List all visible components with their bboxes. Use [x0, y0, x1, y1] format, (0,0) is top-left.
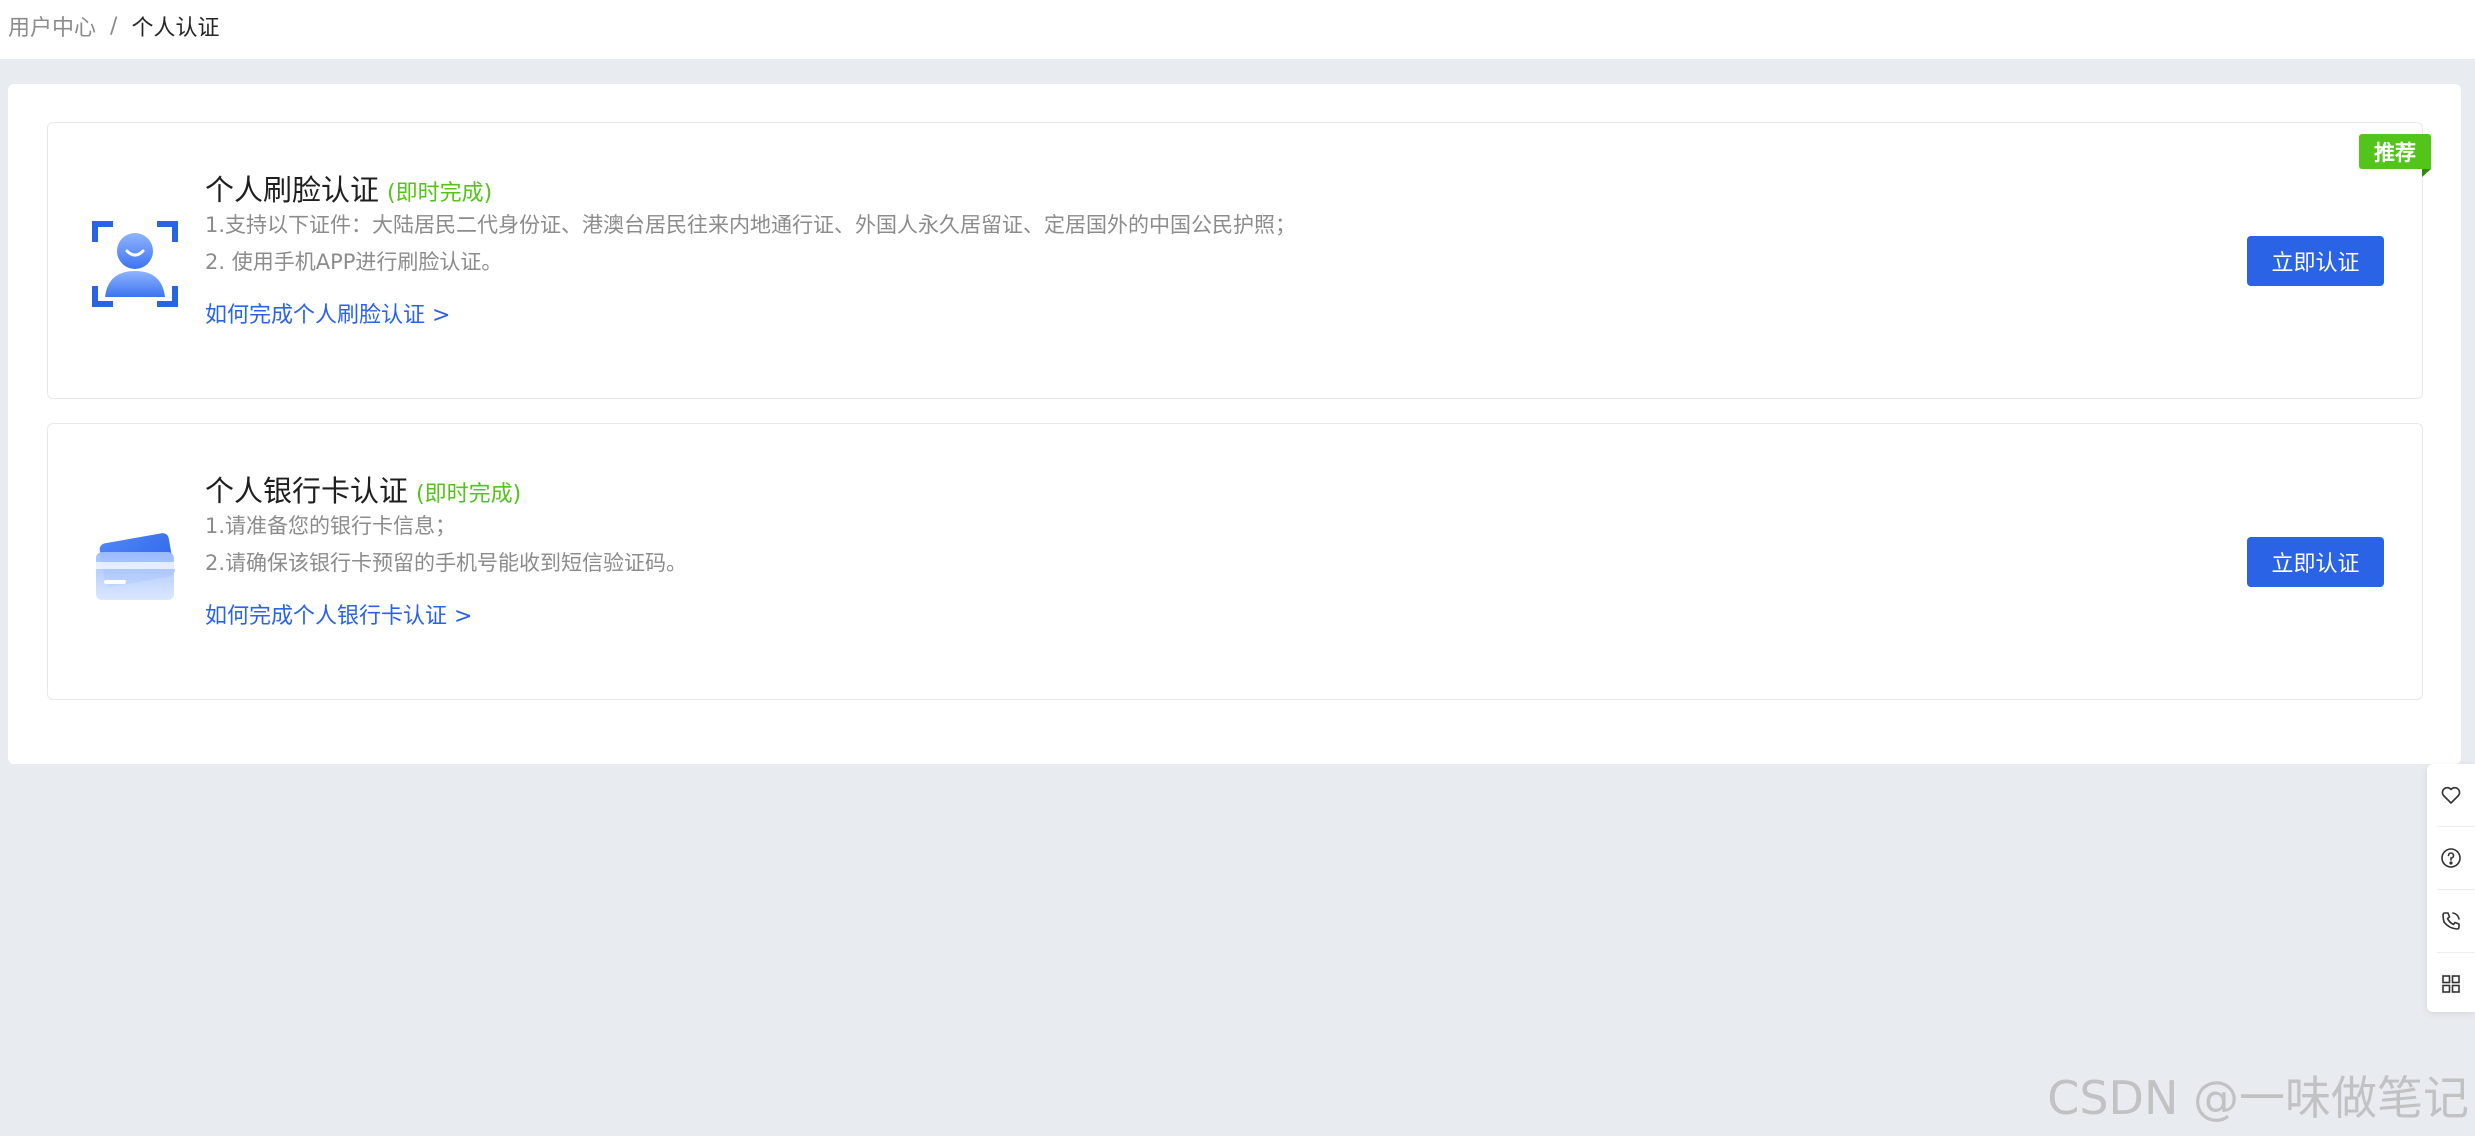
card-title: 个人刷脸认证 — [205, 173, 380, 207]
desc-line: 1.请准备您的银行卡信息； — [205, 514, 457, 538]
instant-tag: (即时完成) — [416, 482, 522, 507]
face-verification-card: 推荐 个人刷脸认证 (即时完成) 1.支持以下证件：大陆居民二代身份证、港澳台居… — [47, 122, 2431, 399]
card-description: 1.请准备您的银行卡信息； 2.请确保该银行卡预留的手机号能收到短信验证码。 — [205, 508, 2122, 582]
desc-line: 2. 使用手机APP进行刷脸认证。 — [205, 250, 503, 274]
breadcrumb: 用户中心 / 个人认证 — [8, 10, 220, 42]
card-description: 1.支持以下证件：大陆居民二代身份证、港澳台居民往来内地通行证、外国人永久居留证… — [205, 207, 2122, 281]
card-title: 个人银行卡认证 — [205, 474, 409, 508]
help-icon[interactable] — [2427, 827, 2475, 889]
desc-line: 1.支持以下证件：大陆居民二代身份证、港澳台居民往来内地通行证、外国人永久居留证… — [205, 213, 1297, 237]
bank-card-verify-button[interactable]: 立即认证 — [2247, 537, 2384, 587]
bank-card-icon — [90, 520, 180, 610]
phone-icon[interactable] — [2427, 890, 2475, 952]
top-bar: 用户中心 / 个人认证 — [0, 0, 2475, 59]
breadcrumb-separator: / — [110, 13, 118, 39]
bank-card-body: 个人银行卡认证 (即时完成) 1.请准备您的银行卡信息； 2.请确保该银行卡预留… — [205, 468, 2122, 630]
recommend-badge: 推荐 — [2359, 134, 2431, 177]
breadcrumb-user-center[interactable]: 用户中心 — [8, 10, 96, 42]
main-panel: 推荐 个人刷脸认证 (即时完成) 1.支持以下证件：大陆居民二代身份证、港澳台居… — [8, 84, 2461, 764]
face-recognition-icon — [90, 219, 180, 309]
watermark: CSDN @一味做笔记 — [2047, 1071, 2469, 1125]
instant-tag: (即时完成) — [387, 181, 493, 206]
face-card-body: 个人刷脸认证 (即时完成) 1.支持以下证件：大陆居民二代身份证、港澳台居民往来… — [205, 167, 2122, 329]
grid-icon[interactable] — [2427, 953, 2475, 1015]
bank-card-help-link[interactable]: 如何完成个人银行卡认证 > — [205, 598, 472, 630]
breadcrumb-current: 个人认证 — [131, 16, 220, 41]
face-verify-button[interactable]: 立即认证 — [2247, 236, 2384, 286]
floating-toolbar — [2427, 764, 2475, 1012]
bank-card-verification-card: 个人银行卡认证 (即时完成) 1.请准备您的银行卡信息； 2.请确保该银行卡预留… — [47, 423, 2423, 700]
face-help-link[interactable]: 如何完成个人刷脸认证 > — [205, 297, 450, 329]
heart-icon[interactable] — [2427, 764, 2475, 826]
desc-line: 2.请确保该银行卡预留的手机号能收到短信验证码。 — [205, 551, 688, 575]
